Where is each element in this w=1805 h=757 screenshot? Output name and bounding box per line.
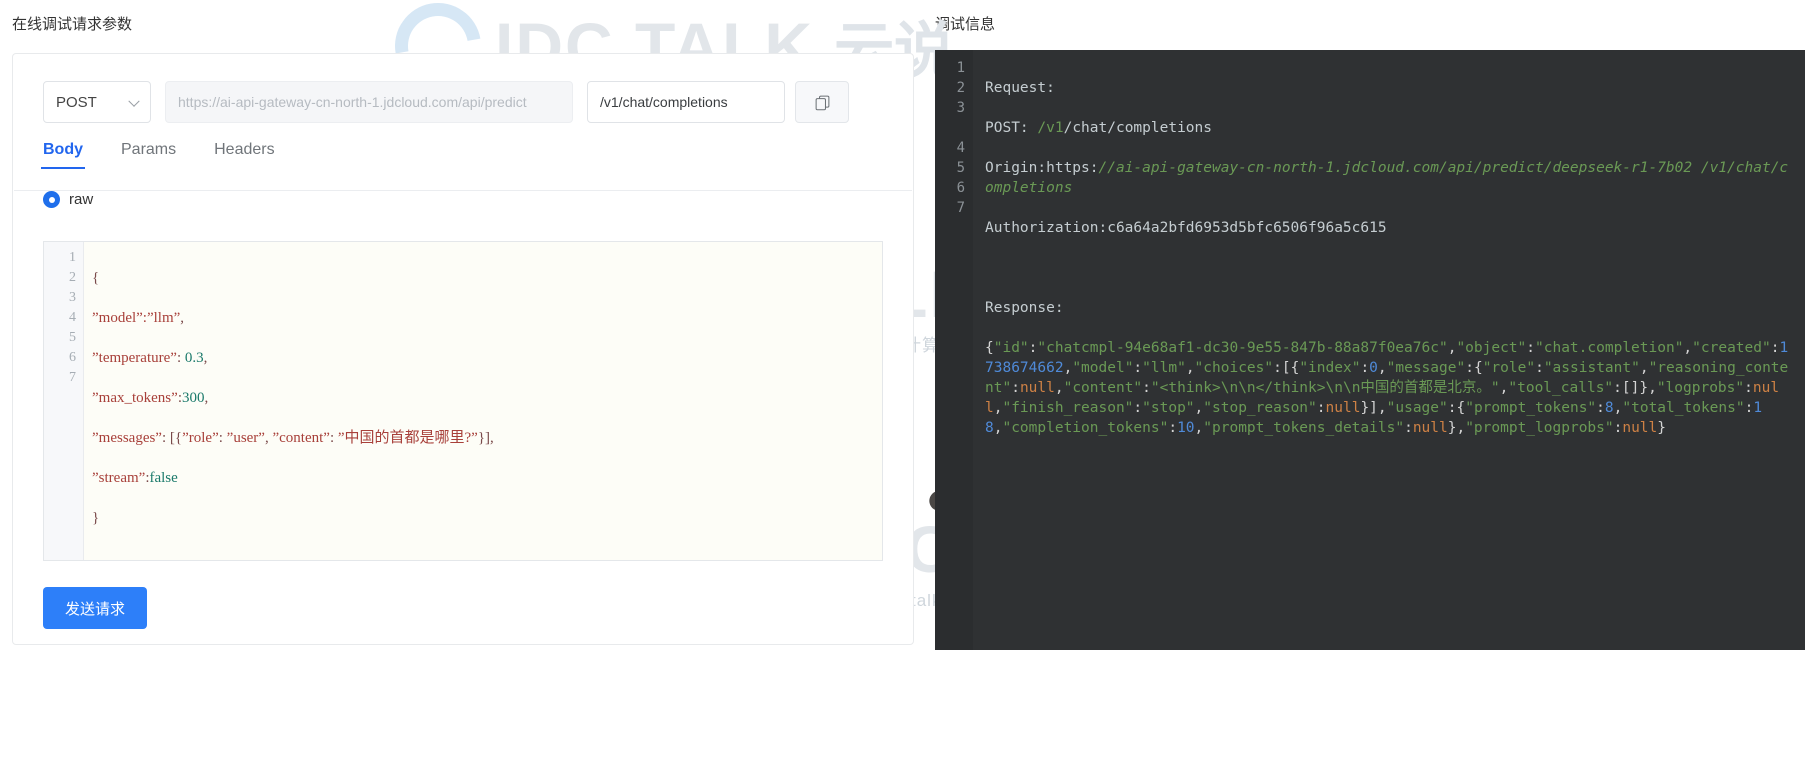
line-number: 5 [956, 160, 965, 176]
tabs-divider [14, 190, 912, 191]
debug-line: Response: [985, 300, 1064, 316]
code-line: ”temperature”: 0.3, [92, 350, 208, 366]
line-number: 5 [69, 330, 76, 345]
line-number: 2 [956, 80, 965, 96]
resp-reasoning: null [1019, 380, 1055, 396]
editor-line-numbers: 1 2 3 4 5 6 7 [44, 242, 84, 560]
debug-info-panel: 调试信息 1 2 3 4 5 6 7 Request: POST: /v1/ch… [918, 0, 1805, 650]
line-number: 6 [69, 350, 76, 365]
resp-content: "<think>\n\n</think>\n\n中国的首都是北京。" [1150, 380, 1500, 396]
debug-output-box[interactable]: 1 2 3 4 5 6 7 Request: POST: /v1/chat/co… [935, 50, 1805, 650]
raw-radio[interactable] [43, 191, 60, 208]
code-line: ”stream”:false [92, 470, 178, 486]
resp-plp: null [1622, 420, 1658, 436]
code-line: } [92, 510, 100, 526]
body-mode-row: raw [13, 169, 913, 208]
path-value: /v1/chat/completions [600, 94, 728, 110]
code-line: ”messages”: [{”role”: ”user”, ”content”:… [92, 430, 494, 446]
debug-code[interactable]: Request: POST: /v1/chat/completions Orig… [973, 50, 1805, 650]
request-tabs: Body Params Headers [13, 123, 913, 169]
copy-button[interactable] [795, 81, 849, 123]
debug-line [985, 258, 1795, 278]
debug-line: POST: /v1/chat/completions [985, 120, 1212, 136]
raw-radio-label: raw [69, 191, 94, 208]
resp-object: "chat.completion" [1535, 340, 1684, 356]
debug-line: Authorization:c6a64a2bfd6953d5bfc6506f96… [985, 220, 1387, 236]
resp-toolcalls: [] [1621, 380, 1640, 396]
resp-completion-tokens: 10 [1177, 420, 1195, 436]
tab-body[interactable]: Body [41, 141, 85, 169]
debug-line: Request: [985, 80, 1055, 96]
line-number: 1 [69, 250, 76, 265]
resp-id: "chatcmpl-94e68af1-dc30-9e55-847b-88a87f… [1037, 340, 1448, 356]
line-number: 7 [69, 370, 76, 385]
code-line: ”model”:”llm”, [92, 310, 185, 326]
line-number: 4 [956, 140, 965, 156]
resp-ptd: null [1412, 420, 1448, 436]
editor-code[interactable]: { ”model”:”llm”, ”temperature”: 0.3, ”ma… [84, 242, 882, 560]
tab-headers[interactable]: Headers [214, 141, 274, 169]
resp-prompt-tokens: 8 [1604, 400, 1614, 416]
debug-console-page: IDC TALK 云说 -www.idctalk.com-国内专业云计算交流服务… [0, 0, 1805, 757]
debug-line-numbers: 1 2 3 4 5 6 7 [935, 50, 973, 650]
resp-role: "assistant" [1543, 360, 1640, 376]
request-params-panel: 在线调试请求参数 POST https://ai-api-gateway-cn-… [0, 0, 918, 645]
line-number: 7 [956, 200, 965, 216]
http-method-select[interactable]: POST [43, 81, 151, 123]
request-card: POST https://ai-api-gateway-cn-north-1.j… [12, 53, 914, 645]
debug-line: Origin:https://ai-api-gateway-cn-north-1… [985, 160, 1789, 196]
request-url-row: POST https://ai-api-gateway-cn-north-1.j… [13, 54, 913, 123]
copy-icon [815, 95, 829, 110]
request-panel-title: 在线调试请求参数 [12, 16, 133, 33]
base-url-input[interactable]: https://ai-api-gateway-cn-north-1.jdclou… [165, 81, 573, 123]
base-url-placeholder: https://ai-api-gateway-cn-north-1.jdclou… [178, 94, 527, 110]
chevron-down-icon [128, 95, 140, 107]
code-line: { [92, 270, 100, 286]
request-body-editor[interactable]: 1 2 3 4 5 6 7 { ”model”:”llm”, ”temperat… [43, 241, 883, 561]
resp-finish: "stop" [1142, 400, 1195, 416]
line-number: 4 [69, 310, 76, 325]
path-input[interactable]: /v1/chat/completions [587, 81, 785, 123]
resp-index: 0 [1369, 360, 1378, 376]
code-line: ”max_tokens”:300, [92, 390, 209, 406]
resp-stop: null [1325, 400, 1361, 416]
tab-params[interactable]: Params [121, 141, 176, 169]
debug-panel-title: 调试信息 [935, 16, 996, 33]
line-number: 1 [956, 60, 965, 76]
line-number: 2 [69, 270, 76, 285]
resp-model: "llm" [1142, 360, 1186, 376]
line-number: 3 [69, 290, 76, 305]
line-number: 6 [956, 180, 965, 196]
send-request-button[interactable]: 发送请求 [43, 587, 147, 629]
line-number: 3 [956, 100, 965, 116]
debug-line-response: {"id":"chatcmpl-94e68af1-dc30-9e55-847b-… [985, 340, 1789, 436]
http-method-value: POST [56, 93, 97, 111]
